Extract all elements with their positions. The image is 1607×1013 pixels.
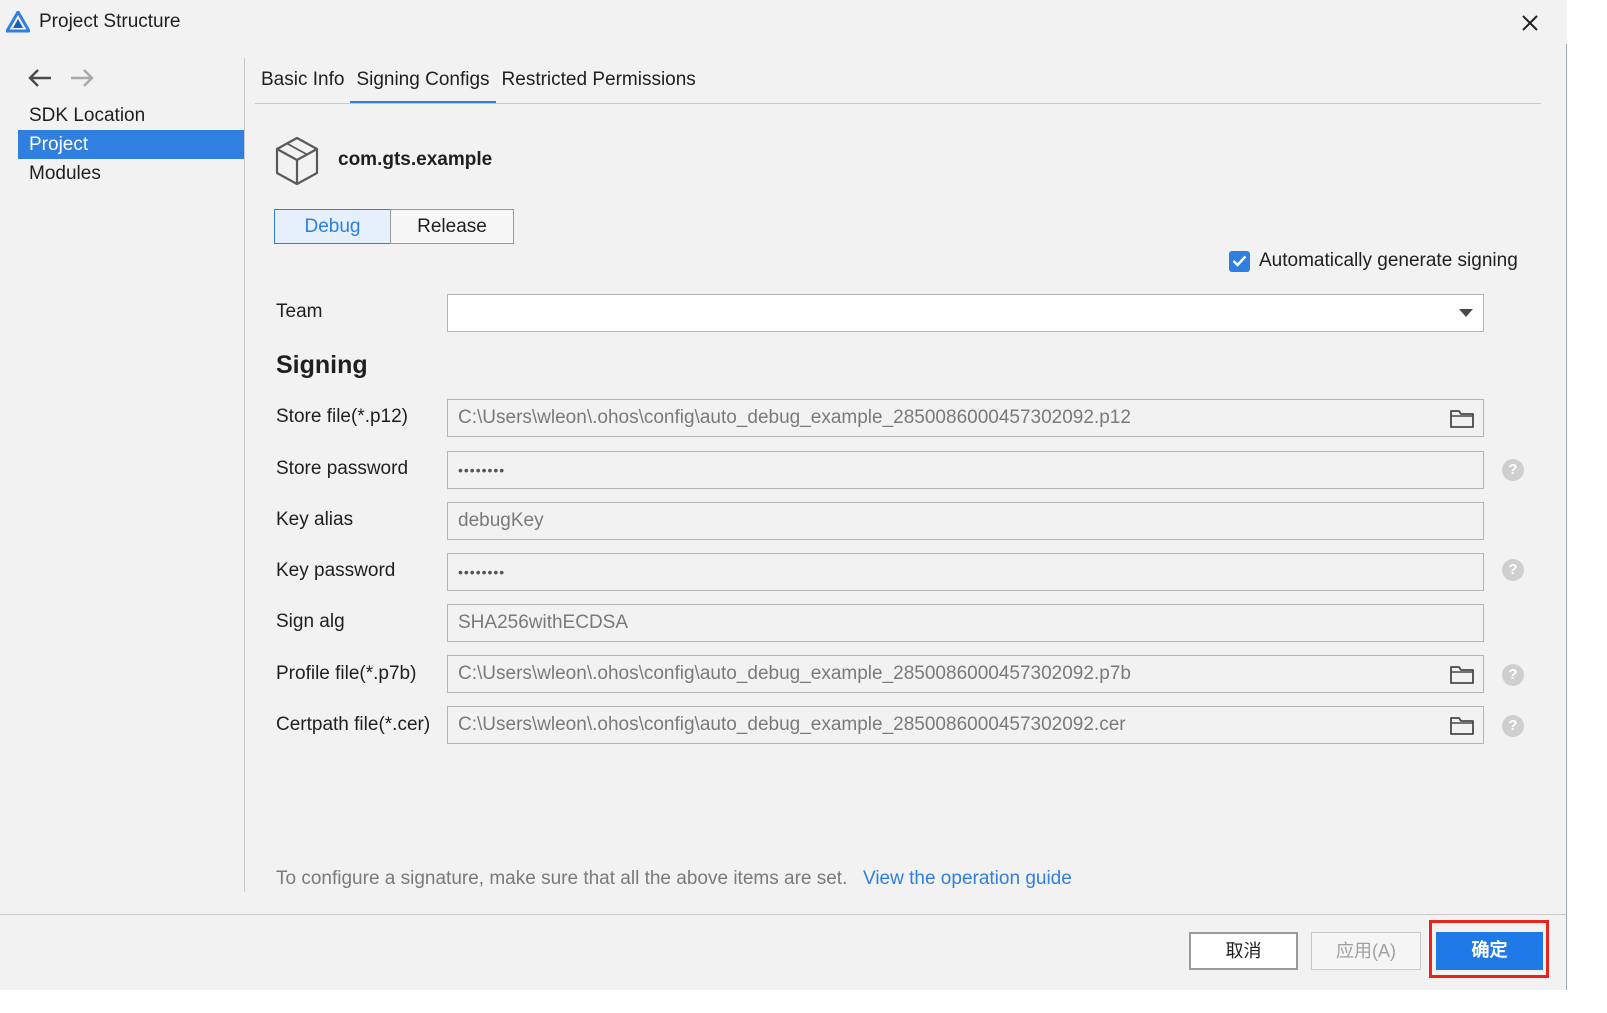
profile-file-value: C:\Users\wleon\.ohos\config\auto_debug_e… [458,663,1131,684]
back-button[interactable] [26,64,54,92]
help-icon[interactable]: ? [1502,559,1524,581]
folder-icon[interactable] [1449,663,1475,685]
sidebar-item-modules[interactable]: Modules [18,159,244,188]
sign-alg-field[interactable]: SHA256withECDSA [447,604,1484,642]
profile-file-label: Profile file(*.p7b) [276,663,417,684]
key-alias-value: debugKey [458,510,544,531]
store-file-value: C:\Users\wleon\.ohos\config\auto_debug_e… [458,407,1131,428]
close-icon [1522,15,1538,31]
certpath-file-label: Certpath file(*.cer) [276,714,431,735]
key-alias-field[interactable]: debugKey [447,502,1484,540]
project-structure-dialog: Project Structure SDK Location Project M… [0,0,1567,990]
chevron-down-icon [1459,309,1473,317]
sidebar: SDK Location Project Modules [18,101,244,188]
operation-guide-link[interactable]: View the operation guide [863,868,1072,890]
module-name: com.gts.example [338,149,493,170]
store-password-field[interactable]: •••••••• [447,451,1484,489]
sidebar-item-sdk-location[interactable]: SDK Location [18,101,244,130]
key-password-label: Key password [276,560,396,581]
key-alias-label: Key alias [276,509,354,530]
store-password-label: Store password [276,458,409,479]
module-cube-icon [275,136,319,186]
store-file-label: Store file(*.p12) [276,406,409,427]
signing-section-title: Signing [276,351,368,379]
bottom-divider [0,914,1567,915]
tab-basic-info[interactable]: Basic Info [255,66,350,104]
build-type-toggle: Debug Release [274,209,514,244]
help-icon[interactable]: ? [1502,664,1524,686]
title-bar: Project Structure [0,0,1567,44]
team-dropdown[interactable] [447,294,1484,332]
tabs-divider [255,103,1541,104]
sidebar-divider [244,58,245,892]
certpath-file-field[interactable]: C:\Users\wleon\.ohos\config\auto_debug_e… [447,706,1484,744]
window-title: Project Structure [39,11,181,32]
sign-alg-value: SHA256withECDSA [458,612,629,633]
key-password-field[interactable]: •••••••• [447,553,1484,591]
footer-note: To configure a signature, make sure that… [276,868,848,889]
folder-icon[interactable] [1449,407,1475,429]
team-label: Team [276,301,323,322]
tab-bar: Basic Info Signing Configs Restricted Pe… [255,66,702,104]
help-icon[interactable]: ? [1502,459,1524,481]
apply-button[interactable]: 应用(A) [1311,932,1421,970]
tab-signing-configs[interactable]: Signing Configs [350,66,496,104]
auto-sign-checkbox[interactable]: Automatically generate signing [1229,250,1518,272]
folder-icon[interactable] [1449,714,1475,736]
ok-button[interactable]: 确定 [1436,932,1543,970]
auto-sign-label: Automatically generate signing [1259,250,1518,271]
app-logo-icon [6,11,30,33]
store-file-field[interactable]: C:\Users\wleon\.ohos\config\auto_debug_e… [447,399,1484,437]
background-strip [0,990,1607,1013]
debug-button[interactable]: Debug [274,209,391,244]
tab-restricted-permissions[interactable]: Restricted Permissions [496,66,702,104]
forward-button[interactable] [68,64,96,92]
arrow-left-icon [28,69,51,87]
key-password-value: •••••••• [458,564,506,580]
sign-alg-label: Sign alg [276,611,345,632]
close-button[interactable] [1515,8,1545,38]
certpath-file-value: C:\Users\wleon\.ohos\config\auto_debug_e… [458,714,1126,735]
checkbox-checked-icon[interactable] [1229,250,1250,272]
profile-file-field[interactable]: C:\Users\wleon\.ohos\config\auto_debug_e… [447,655,1484,693]
arrow-right-icon [71,69,94,87]
nav-arrows [26,64,96,92]
store-password-value: •••••••• [458,462,506,478]
cancel-button[interactable]: 取消 [1189,932,1298,970]
help-icon[interactable]: ? [1502,715,1524,737]
sidebar-item-project[interactable]: Project [18,130,244,159]
release-button[interactable]: Release [390,209,514,244]
